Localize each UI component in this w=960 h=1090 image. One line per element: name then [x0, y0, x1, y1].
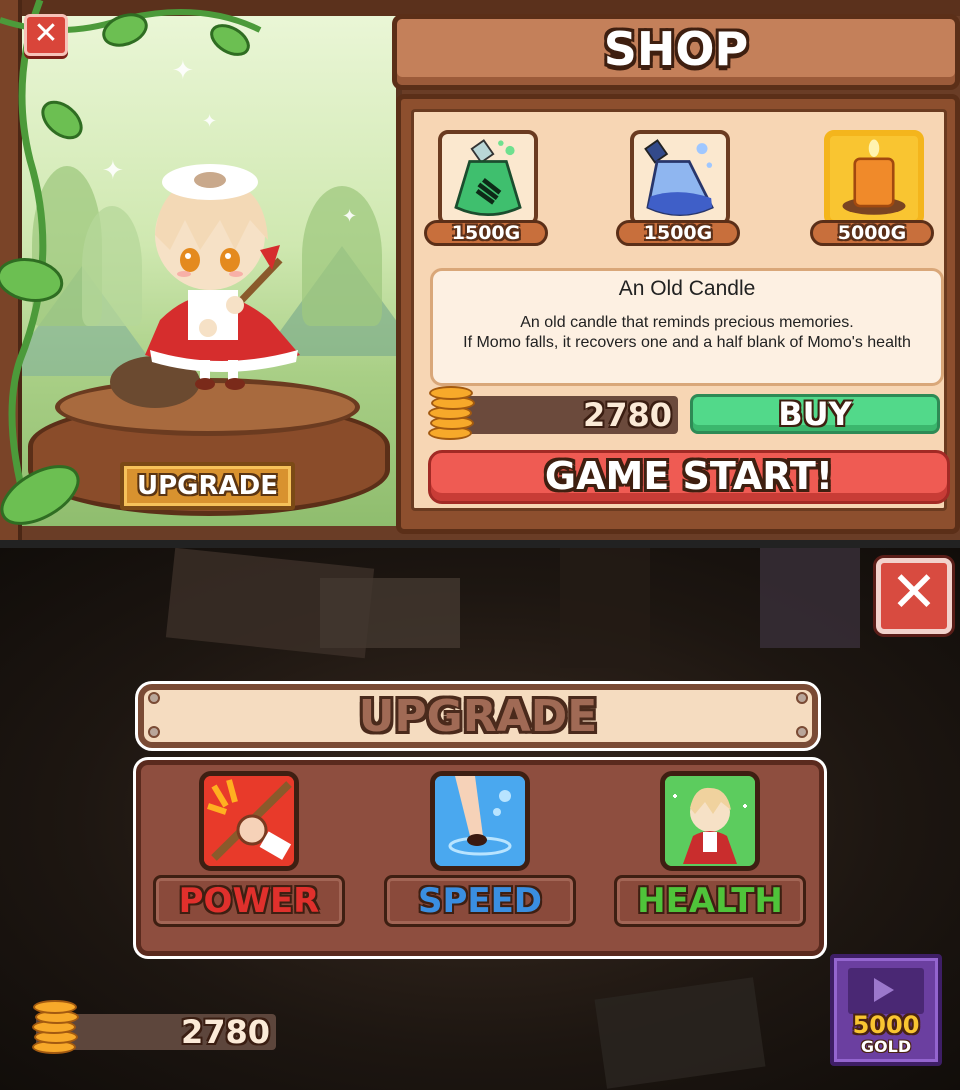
upgrade-button[interactable]: UPGRADE [120, 462, 295, 510]
ad-reward-label: GOLD [860, 1037, 912, 1056]
background-object [760, 548, 860, 648]
upgrade-health[interactable]: HEALTH [610, 765, 810, 951]
game-start-button[interactable]: GAME START! [428, 450, 950, 504]
window-frame-left [0, 0, 22, 540]
candle-icon [824, 130, 924, 226]
upgrade-title-board: UPGRADE [138, 684, 818, 748]
health-label: HEALTH [614, 875, 806, 927]
upgrade-options-panel: POWER SPEED HEALTH [136, 760, 824, 956]
speed-label: SPEED [384, 875, 576, 927]
shop-body: 1500G 1500G 5000G An Old Candle An old c… [396, 94, 960, 534]
green-potion-icon [438, 130, 538, 226]
gold-amount: 2780 [180, 1013, 270, 1051]
running-feet-icon [430, 771, 530, 871]
shop-panel: SHOP 1500G 1500G 5000G An Old Candle An … [392, 14, 960, 534]
background-paper [594, 977, 766, 1089]
close-icon: ✕ [33, 16, 59, 51]
power-label: POWER [153, 875, 345, 927]
shop-item-candle[interactable]: 5000G [810, 130, 934, 256]
sparkle-icon: ✦ [172, 56, 194, 86]
ad-reward-amount: 5000 [852, 1011, 920, 1039]
upgrade-speed[interactable]: SPEED [380, 765, 580, 951]
broom-fist-icon [199, 771, 299, 871]
upgrade-screen: ✕ UPGRADE POWER SPEED HEALTH 2780 5000 G… [0, 548, 960, 1090]
gold-counter: 2780 [428, 386, 678, 440]
buy-button[interactable]: BUY [690, 394, 940, 434]
item-description: An old candle that reminds precious memo… [433, 313, 941, 353]
shop-screen: ✦ ✦ ✦ ✦ ✕ UPGRADE SHOP 1500G 1500G 5000G… [0, 0, 960, 540]
item-description-box: An Old Candle An old candle that reminds… [430, 268, 944, 386]
shop-item-blue-potion[interactable]: 1500G [616, 130, 740, 256]
upgrade-power[interactable]: POWER [149, 765, 349, 951]
item-price: 1500G [424, 220, 548, 246]
blue-potion-icon [630, 130, 730, 226]
sparkle-icon: ✦ [202, 111, 218, 132]
character-heal-icon [660, 771, 760, 871]
gold-amount: 2780 [582, 396, 672, 434]
background-paper [320, 578, 460, 648]
close-button[interactable]: ✕ [24, 14, 68, 56]
maid-character [110, 164, 300, 408]
item-name: An Old Candle [618, 277, 756, 300]
upgrade-title: UPGRADE [358, 691, 598, 742]
item-description-line: If Momo falls, it recovers one and a hal… [463, 334, 911, 351]
item-price: 1500G [616, 220, 740, 246]
close-button[interactable]: ✕ [876, 558, 952, 634]
sparkle-icon: ✦ [342, 206, 358, 227]
watch-ad-reward-button[interactable]: 5000 GOLD [830, 954, 942, 1066]
gold-counter: 2780 [32, 1000, 276, 1054]
close-icon: ✕ [890, 560, 938, 625]
shop-item-green-potion[interactable]: 1500G [424, 130, 548, 256]
shop-title: SHOP [603, 22, 749, 76]
play-icon [874, 978, 894, 1002]
shop-inner-panel: 1500G 1500G 5000G An Old Candle An old c… [411, 109, 950, 511]
background-object [560, 548, 650, 668]
item-price: 5000G [810, 220, 934, 246]
item-description-line: An old candle that reminds precious memo… [520, 314, 854, 331]
